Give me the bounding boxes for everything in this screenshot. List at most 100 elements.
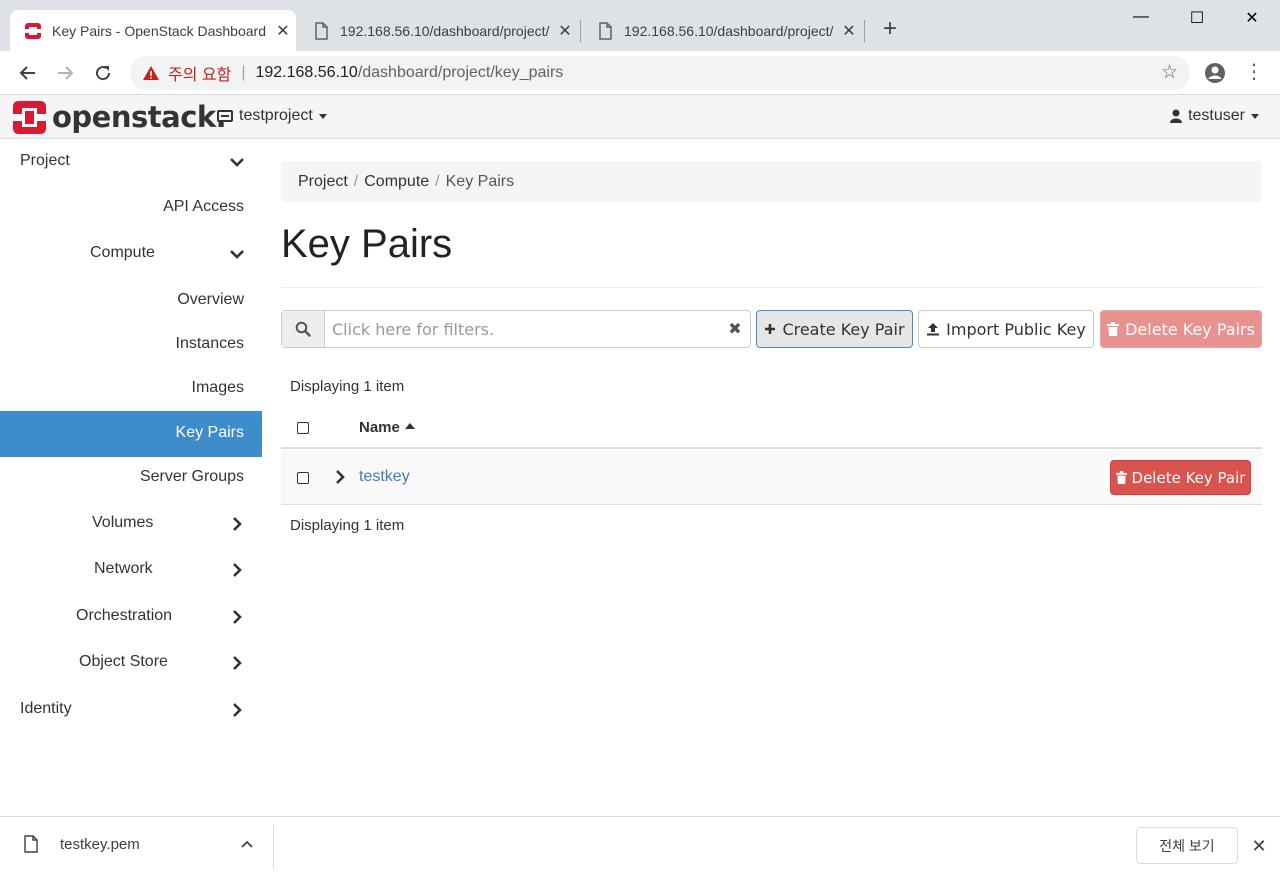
tab-close-icon[interactable]: ✕ xyxy=(270,21,296,41)
table-header: Name xyxy=(281,405,1262,449)
clear-filter-icon[interactable]: ✖ xyxy=(720,311,750,347)
upload-icon xyxy=(926,322,940,336)
sidebar-item-label: Network xyxy=(94,560,153,577)
reload-icon xyxy=(96,66,111,81)
minimize-button[interactable]: — xyxy=(1118,8,1164,32)
item-count-top: Displaying 1 item xyxy=(290,378,405,395)
forward-button[interactable] xyxy=(51,59,79,87)
sidebar-item-label: Volumes xyxy=(92,514,154,531)
sidebar-item-label: Server Groups xyxy=(139,468,244,485)
profile-avatar-icon[interactable] xyxy=(1204,62,1226,84)
breadcrumb-project[interactable]: Project xyxy=(298,173,348,191)
bookmark-star-icon[interactable]: ☆ xyxy=(1161,63,1178,83)
create-key-pair-label: Create Key Pair xyxy=(782,319,905,339)
trash-icon xyxy=(1107,322,1120,336)
project-selector[interactable]: testproject xyxy=(217,107,327,125)
import-public-key-button[interactable]: Import Public Key xyxy=(918,310,1094,348)
select-all-checkbox[interactable] xyxy=(297,422,309,434)
user-name: testuser xyxy=(1188,107,1245,124)
arrow-left-icon xyxy=(19,66,35,80)
search-icon xyxy=(295,321,311,337)
reload-button[interactable] xyxy=(89,59,117,87)
maximize-button[interactable]: ☐ xyxy=(1174,8,1220,32)
back-button[interactable] xyxy=(14,59,42,87)
download-shelf: testkey.pem 전체 보기 ✕ xyxy=(0,816,1280,874)
browser-tab[interactable]: 192.168.56.10/dashboard/project/ ✕ xyxy=(298,10,578,51)
breadcrumb: Project / Compute / Key Pairs xyxy=(281,161,1262,202)
download-file-name: testkey.pem xyxy=(60,835,140,853)
url-path: /dashboard/project/key_pairs xyxy=(357,64,564,81)
chevron-up-icon[interactable] xyxy=(238,835,256,853)
sidebar-item-key-pairs[interactable]: Key Pairs xyxy=(0,411,262,457)
sidebar-item-overview[interactable]: Overview xyxy=(0,278,262,324)
chevron-right-icon xyxy=(233,656,242,670)
tab-close-icon[interactable]: ✕ xyxy=(552,21,578,41)
tab-title: 192.168.56.10/dashboard/project/ xyxy=(624,22,834,39)
sidebar-item-label: Identity xyxy=(20,700,72,717)
sidebar-item-project[interactable]: Project xyxy=(0,139,262,185)
breadcrumb-compute[interactable]: Compute xyxy=(364,173,429,191)
sidebar-item-label: Project xyxy=(20,152,70,169)
caret-down-icon xyxy=(1251,113,1259,119)
sidebar-item-label: Key Pairs xyxy=(175,424,244,441)
dashboard-header: openstack. testproject testuser xyxy=(0,95,1280,139)
openstack-logo[interactable]: openstack. xyxy=(13,100,227,134)
sidebar-item-identity[interactable]: Identity xyxy=(0,687,262,733)
create-key-pair-button[interactable]: Create Key Pair xyxy=(756,310,913,348)
browser-menu-icon[interactable]: ⋮ xyxy=(1244,61,1264,85)
sidebar-item-orchestration[interactable]: Orchestration xyxy=(0,594,262,640)
chevron-right-icon xyxy=(233,703,242,717)
key-pair-name-link[interactable]: testkey xyxy=(359,468,410,486)
expand-row-chevron-icon[interactable] xyxy=(333,469,347,485)
sidebar-item-server-groups[interactable]: Server Groups xyxy=(0,455,262,501)
chevron-down-icon xyxy=(230,250,244,259)
security-warning-label[interactable]: 주의 요함 xyxy=(168,61,231,85)
sidebar-item-label: API Access xyxy=(163,198,244,215)
delete-key-pair-label: Delete Key Pair xyxy=(1131,468,1246,487)
tab-close-icon[interactable]: ✕ xyxy=(836,21,862,41)
breadcrumb-separator: / xyxy=(435,172,440,190)
sort-ascending-icon xyxy=(404,423,415,429)
openstack-favicon-icon xyxy=(25,22,41,39)
page-title: Key Pairs xyxy=(281,222,453,266)
arrow-right-icon xyxy=(58,66,74,80)
chevron-right-icon xyxy=(233,563,242,577)
column-name-label: Name xyxy=(359,419,400,436)
delete-key-pair-button[interactable]: Delete Key Pair xyxy=(1110,460,1251,495)
sidebar-nav: Project API Access Compute Overview Inst… xyxy=(0,139,262,816)
tab-title: 192.168.56.10/dashboard/project/ xyxy=(340,22,550,39)
sidebar-item-network[interactable]: Network xyxy=(0,547,262,593)
filter-box: ✖ xyxy=(281,310,751,348)
tab-separator xyxy=(864,20,865,42)
tab-separator xyxy=(580,20,581,42)
sidebar-item-compute[interactable]: Compute xyxy=(0,231,262,277)
search-addon xyxy=(282,311,325,347)
sidebar-item-volumes[interactable]: Volumes xyxy=(0,501,262,547)
browser-tab-active[interactable]: Key Pairs - OpenStack Dashboard ✕ xyxy=(10,10,296,51)
filter-input[interactable] xyxy=(325,311,720,347)
caret-down-icon xyxy=(318,113,327,119)
sidebar-item-images[interactable]: Images xyxy=(0,366,262,412)
download-item[interactable]: testkey.pem xyxy=(24,835,140,853)
breadcrumb-current: Key Pairs xyxy=(445,172,515,190)
user-menu[interactable]: testuser xyxy=(1170,107,1259,125)
openstack-logo-icon xyxy=(13,100,46,134)
sidebar-item-object-store[interactable]: Object Store xyxy=(0,640,262,686)
delete-key-pairs-label: Delete Key Pairs xyxy=(1125,319,1255,339)
sidebar-item-instances[interactable]: Instances xyxy=(0,322,262,368)
address-bar[interactable]: 주의 요함 | 192.168.56.10/dashboard/project/… xyxy=(130,56,1190,90)
plus-icon xyxy=(764,323,776,335)
close-download-shelf-icon[interactable]: ✕ xyxy=(1248,835,1270,857)
warning-triangle-icon xyxy=(143,66,159,80)
new-tab-button[interactable]: + xyxy=(876,16,904,44)
browser-tab[interactable]: 192.168.56.10/dashboard/project/ ✕ xyxy=(582,10,862,51)
sidebar-item-api-access[interactable]: API Access xyxy=(0,185,262,231)
user-icon xyxy=(1170,109,1183,123)
column-header-name[interactable]: Name xyxy=(359,419,415,436)
window-close-button[interactable]: ✕ xyxy=(1229,8,1275,32)
row-checkbox[interactable] xyxy=(297,472,309,484)
delete-key-pairs-button[interactable]: Delete Key Pairs xyxy=(1100,310,1262,348)
browser-toolbar: 주의 요함 | 192.168.56.10/dashboard/project/… xyxy=(0,51,1280,95)
sidebar-item-label: Compute xyxy=(90,244,155,261)
show-all-downloads-button[interactable]: 전체 보기 xyxy=(1136,827,1238,864)
